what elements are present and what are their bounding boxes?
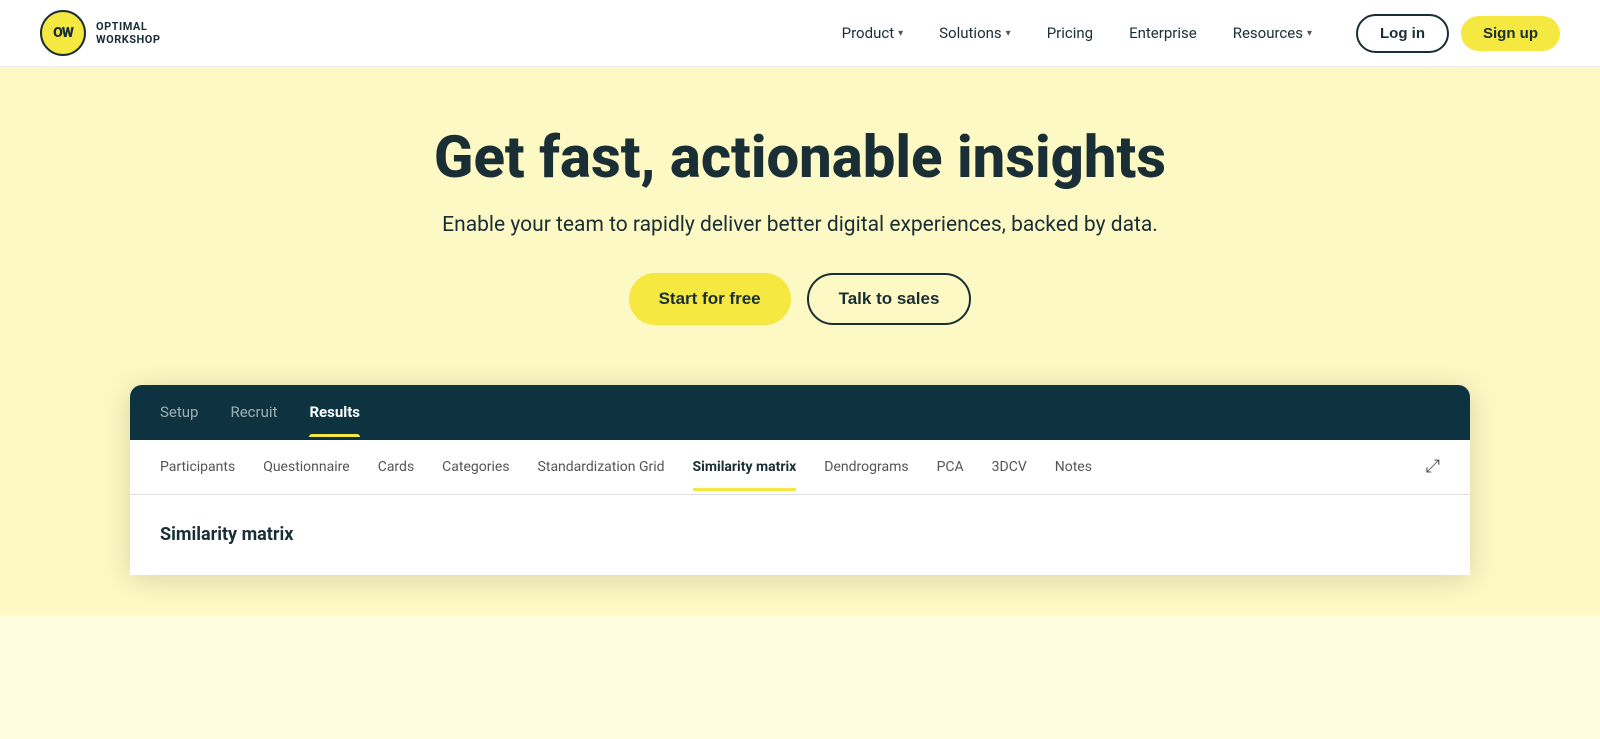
chevron-down-icon: ▾ <box>1006 28 1011 39</box>
talk-to-sales-button[interactable]: Talk to sales <box>807 273 972 325</box>
demo-subtab-cards[interactable]: Cards <box>378 443 414 491</box>
hero-section: Get fast, actionable insights Enable you… <box>0 67 1600 615</box>
hero-heading: Get fast, actionable insights <box>40 127 1560 191</box>
nav-actions: Log in Sign up <box>1356 14 1560 53</box>
nav-solutions[interactable]: Solutions ▾ <box>925 16 1025 50</box>
demo-tab-recruit[interactable]: Recruit <box>230 387 277 437</box>
demo-content-title: Similarity matrix <box>160 524 293 545</box>
demo-top-bar: Setup Recruit Results <box>130 385 1470 440</box>
start-free-button[interactable]: Start for free <box>629 273 791 325</box>
login-button[interactable]: Log in <box>1356 14 1449 53</box>
hero-subheading: Enable your team to rapidly deliver bett… <box>40 213 1560 237</box>
demo-sub-bar: Participants Questionnaire Cards Categor… <box>130 440 1470 495</box>
demo-subtab-dendrograms[interactable]: Dendrograms <box>824 443 908 491</box>
logo-link[interactable]: OW OPTIMAL WORKSHOP <box>40 10 160 56</box>
demo-subtab-similarity[interactable]: Similarity matrix <box>693 443 797 491</box>
chevron-down-icon: ▾ <box>898 28 903 39</box>
demo-subtab-participants[interactable]: Participants <box>160 443 235 491</box>
logo-text: OPTIMAL WORKSHOP <box>96 20 160 46</box>
hero-buttons: Start for free Talk to sales <box>40 273 1560 325</box>
chevron-down-icon: ▾ <box>1307 28 1312 39</box>
demo-subtab-standardization[interactable]: Standardization Grid <box>538 443 665 491</box>
demo-subtab-notes[interactable]: Notes <box>1055 443 1092 491</box>
demo-window: Setup Recruit Results Participants Quest… <box>130 385 1470 575</box>
logo-icon: OW <box>40 10 86 56</box>
demo-tab-results[interactable]: Results <box>309 387 360 437</box>
nav-links: Product ▾ Solutions ▾ Pricing Enterprise… <box>828 16 1326 50</box>
demo-subtab-questionnaire[interactable]: Questionnaire <box>263 443 350 491</box>
nav-resources[interactable]: Resources ▾ <box>1219 16 1326 50</box>
signup-button[interactable]: Sign up <box>1461 16 1560 51</box>
nav-pricing[interactable]: Pricing <box>1033 16 1107 50</box>
demo-content: Similarity matrix <box>130 495 1470 575</box>
expand-icon[interactable]: ⤢ <box>1426 456 1440 477</box>
demo-tab-setup[interactable]: Setup <box>160 387 198 437</box>
nav-enterprise[interactable]: Enterprise <box>1115 16 1211 50</box>
demo-subtab-categories[interactable]: Categories <box>442 443 509 491</box>
nav-product[interactable]: Product ▾ <box>828 16 917 50</box>
navigation: OW OPTIMAL WORKSHOP Product ▾ Solutions … <box>0 0 1600 67</box>
demo-subtab-pca[interactable]: PCA <box>937 443 964 491</box>
demo-subtab-3dcv[interactable]: 3DCV <box>992 443 1027 491</box>
